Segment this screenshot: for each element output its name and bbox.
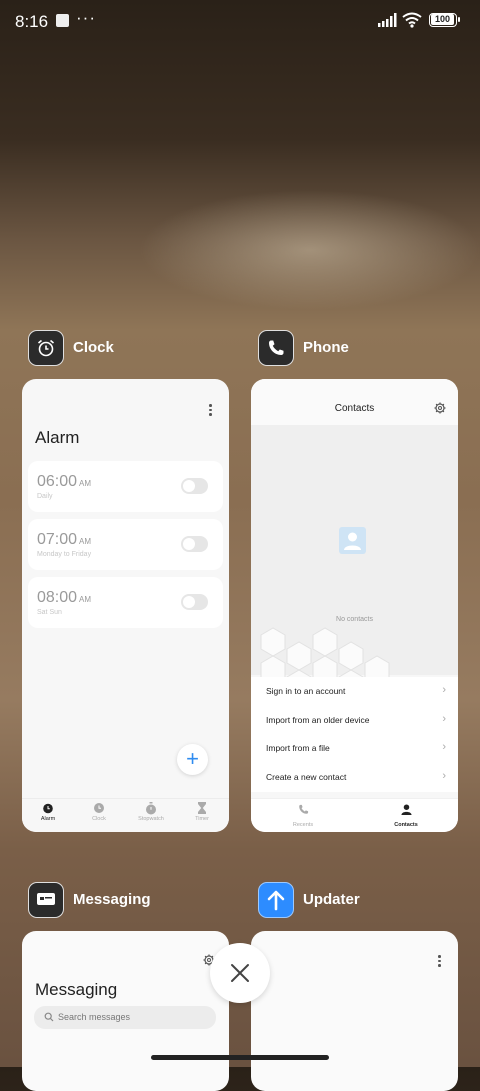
updater-app-icon[interactable] <box>258 882 294 918</box>
clock-app-name: Clock <box>73 339 114 356</box>
alarm-item[interactable]: 07:00 AM Monday to Friday <box>28 519 223 570</box>
stopwatch-tab-icon <box>146 801 156 814</box>
messaging-app-name: Messaging <box>73 891 151 908</box>
notification-square-icon <box>56 14 69 27</box>
updater-more-icon[interactable] <box>438 955 441 969</box>
signal-icon <box>378 13 397 27</box>
clock-tab-bar: Alarm Clock Stopwatch Timer <box>22 798 229 832</box>
clock-app-card[interactable]: Alarm 06:00 AM Daily 07:00 AM Monday to Fr… <box>22 379 229 832</box>
chevron-right-icon: › <box>442 684 446 696</box>
clock-app-icon[interactable] <box>28 330 64 366</box>
alarm-time: 06:00 AM <box>37 473 92 490</box>
updater-app-header[interactable]: Updater <box>258 882 448 920</box>
messaging-app-card[interactable]: Messaging Search messages <box>22 931 229 1091</box>
alarm-repeat: Sat Sun <box>37 609 62 616</box>
battery-icon: 100 <box>429 13 460 27</box>
alarm-repeat: Monday to Friday <box>37 551 92 558</box>
phone-app-icon[interactable] <box>258 330 294 366</box>
battery-level: 100 <box>431 14 454 25</box>
create-contact-item[interactable]: Create a new contact › <box>266 770 446 792</box>
updater-app-name: Updater <box>303 891 360 908</box>
phone-app-name: Phone <box>303 339 349 356</box>
close-icon <box>231 964 249 982</box>
chevron-right-icon: › <box>442 713 446 725</box>
hourglass-tab-icon <box>198 802 206 814</box>
alarm-tab-icon <box>43 803 53 814</box>
tab-timer[interactable]: Timer <box>177 801 227 822</box>
clock-tab-icon <box>94 803 104 813</box>
tab-stopwatch[interactable]: Stopwatch <box>126 801 176 822</box>
phone-tab-bar: Recents Contacts <box>251 798 458 832</box>
contacts-person-icon <box>400 804 412 815</box>
chevron-right-icon: › <box>442 741 446 753</box>
add-alarm-button[interactable]: + <box>177 744 208 775</box>
recents-phone-icon <box>298 804 308 814</box>
alarm-toggle[interactable] <box>181 594 208 610</box>
clock-more-icon[interactable] <box>209 404 212 418</box>
alarm-time: 08:00 AM <box>37 589 92 606</box>
tab-clock[interactable]: Clock <box>74 801 124 822</box>
search-icon <box>44 1012 54 1022</box>
home-indicator[interactable] <box>151 1055 329 1060</box>
search-messages-input[interactable]: Search messages <box>34 1006 216 1029</box>
alarm-toggle[interactable] <box>181 536 208 552</box>
contacts-title: Contacts <box>334 403 375 414</box>
settings-gear-icon[interactable] <box>434 402 446 414</box>
message-bubble-icon <box>37 893 55 905</box>
contacts-empty-area: No contacts <box>251 425 458 721</box>
tab-alarm[interactable]: Alarm <box>23 801 73 822</box>
arrow-up-icon <box>267 890 285 911</box>
alarm-clock-icon <box>37 339 55 357</box>
search-placeholder: Search messages <box>58 1012 131 1022</box>
status-bar: 8:16 ··· 100 <box>0 0 480 44</box>
clock-app-header[interactable]: Clock <box>28 330 208 368</box>
phone-app-card[interactable]: Contacts No contacts Sign in to an accou… <box>251 379 458 832</box>
contacts-options-menu: Sign in to an account › Import from an ol… <box>251 677 458 792</box>
wifi-icon <box>402 12 422 28</box>
contacts-header: Contacts <box>251 379 458 425</box>
no-contacts-text: No contacts <box>336 616 373 623</box>
messaging-app-header[interactable]: Messaging <box>28 882 218 920</box>
phone-handset-icon <box>269 340 284 355</box>
sign-in-account-item[interactable]: Sign in to an account › <box>266 684 446 706</box>
alarm-page-title: Alarm <box>35 428 80 447</box>
more-notifications-icon: ··· <box>76 8 96 27</box>
updater-app-card[interactable] <box>251 931 458 1091</box>
tab-recents[interactable]: Recents <box>263 802 343 828</box>
phone-app-header[interactable]: Phone <box>258 330 438 368</box>
alarm-repeat: Daily <box>37 493 53 500</box>
empty-contact-avatar-icon <box>339 527 366 554</box>
alarm-item[interactable]: 08:00 AM Sat Sun <box>28 577 223 628</box>
messaging-page-title: Messaging <box>35 980 118 999</box>
alarm-toggle[interactable] <box>181 478 208 494</box>
messaging-app-icon[interactable] <box>28 882 64 918</box>
import-file-item[interactable]: Import from a file › <box>266 741 446 763</box>
alarm-item[interactable]: 06:00 AM Daily <box>28 461 223 512</box>
status-time: 8:16 <box>15 12 49 31</box>
import-older-device-item[interactable]: Import from an older device › <box>266 713 446 735</box>
tab-contacts[interactable]: Contacts <box>366 802 446 828</box>
clear-all-close-button[interactable] <box>210 943 270 1003</box>
chevron-right-icon: › <box>442 770 446 782</box>
alarm-time: 07:00 AM <box>37 531 92 548</box>
